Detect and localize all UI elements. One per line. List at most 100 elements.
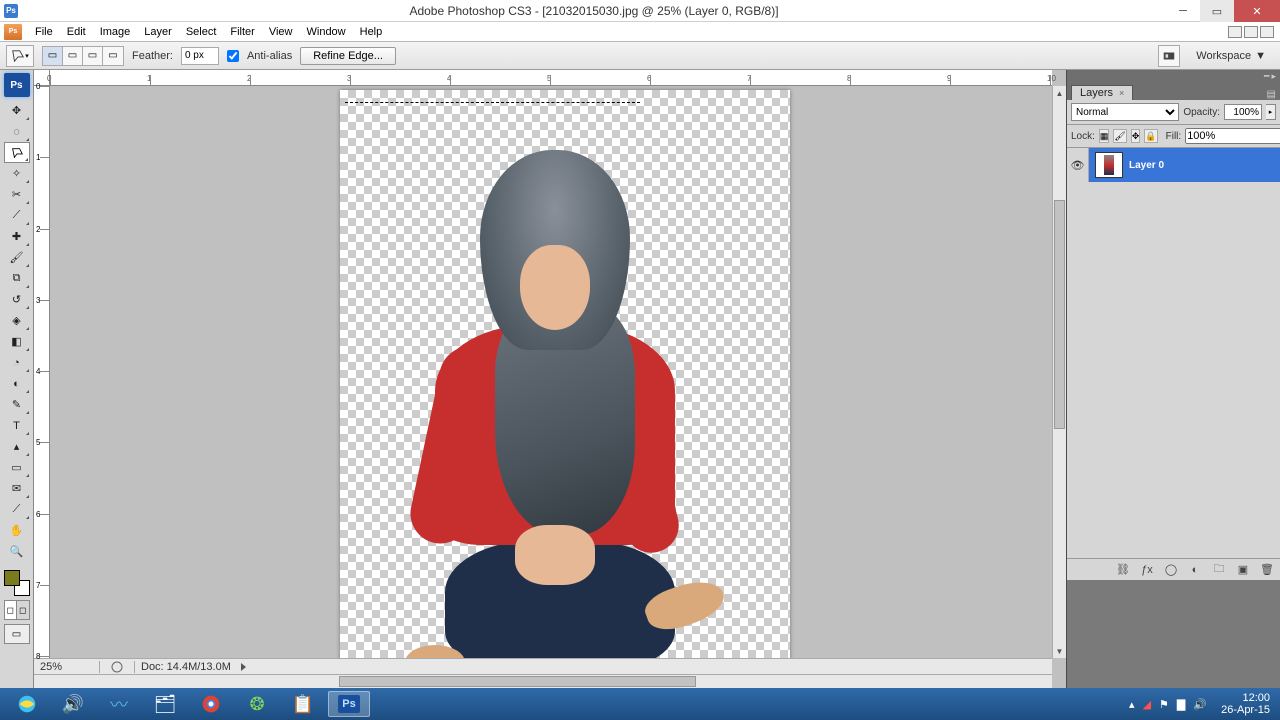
system-tray[interactable]: ▴ ◢ ⚑ ▇ 🔊 12:00 26-Apr-15	[1129, 692, 1274, 716]
menu-select[interactable]: Select	[179, 22, 224, 42]
tray-volume-icon[interactable]: 🔊	[1193, 698, 1207, 711]
blend-mode-select[interactable]: Normal	[1071, 103, 1179, 121]
menu-file[interactable]: File	[28, 22, 60, 42]
layer-visibility-icon[interactable]: 👁	[1067, 148, 1089, 182]
brush-tool[interactable]: 🖌	[4, 247, 30, 268]
menu-filter[interactable]: Filter	[223, 22, 261, 42]
zoom-tool[interactable]: 🔍	[4, 541, 30, 562]
group-icon[interactable]: 🗀	[1210, 562, 1228, 578]
selection-mode-buttons[interactable]: ▭ ▭ ▭ ▭	[42, 46, 124, 66]
selection-new-icon[interactable]: ▭	[43, 47, 63, 65]
notes-tool[interactable]: ✉	[4, 478, 30, 499]
close-icon[interactable]: ×	[1119, 88, 1124, 98]
selection-subtract-icon[interactable]: ▭	[83, 47, 103, 65]
go-to-bridge-icon[interactable]	[1158, 45, 1180, 67]
eraser-tool[interactable]: ◈	[4, 310, 30, 331]
menu-window[interactable]: Window	[300, 22, 353, 42]
crop-tool[interactable]: ✂	[4, 184, 30, 205]
lock-pixels-icon[interactable]: 🖌	[1113, 129, 1126, 143]
color-swatches[interactable]	[4, 570, 30, 596]
lock-transparency-icon[interactable]: ▦	[1099, 129, 1110, 143]
feather-input[interactable]	[181, 47, 219, 65]
workspace-dropdown[interactable]: Workspace▼	[1188, 48, 1274, 64]
taskbar-app2-icon[interactable]: ❂	[236, 691, 278, 717]
magic-wand-tool[interactable]: ✧	[4, 163, 30, 184]
panel-menu-icon[interactable]: ▤	[1267, 89, 1276, 100]
taskbar-notes-icon[interactable]: 📋	[282, 691, 324, 717]
slice-tool[interactable]: ⟋	[4, 205, 30, 226]
marquee-tool[interactable]: ◌	[4, 121, 30, 142]
delete-layer-icon[interactable]: 🗑	[1258, 562, 1276, 578]
taskbar-internet-explorer-icon[interactable]	[6, 691, 48, 717]
opacity-input[interactable]	[1224, 104, 1262, 120]
layer-mask-icon[interactable]: ◯	[1162, 562, 1180, 578]
menu-image[interactable]: Image	[93, 22, 138, 42]
tray-network-icon[interactable]: ▇	[1177, 698, 1185, 711]
taskbar-file-explorer-icon[interactable]: 🗂	[144, 691, 186, 717]
new-layer-icon[interactable]: ▣	[1234, 562, 1252, 578]
scroll-up-icon[interactable]: ▲	[1053, 86, 1066, 100]
adjustment-layer-icon[interactable]: ◐	[1186, 562, 1204, 578]
scrollbar-horizontal[interactable]	[34, 674, 1052, 688]
gradient-tool[interactable]: ◧	[4, 331, 30, 352]
quick-mask-toggle[interactable]: ◻◻	[4, 600, 30, 620]
layer-thumbnail[interactable]	[1095, 152, 1123, 178]
dodge-tool[interactable]: ◐	[4, 373, 30, 394]
tray-chevron-icon[interactable]: ▴	[1129, 698, 1135, 711]
clone-stamp-tool[interactable]: ⧉	[4, 268, 30, 289]
layer-name[interactable]: Layer 0	[1129, 160, 1164, 171]
pen-tool[interactable]: ✎	[4, 394, 30, 415]
layer-row[interactable]: 👁 Layer 0	[1067, 148, 1280, 182]
scrollbar-thumb-vertical[interactable]	[1054, 200, 1065, 429]
move-tool[interactable]: ✥	[4, 100, 30, 121]
selection-add-icon[interactable]: ▭	[63, 47, 83, 65]
shape-tool[interactable]: ▭	[4, 457, 30, 478]
taskbar-chrome-icon[interactable]	[190, 691, 232, 717]
dock-header[interactable]: ━▸	[1067, 70, 1280, 82]
tray-shield-icon[interactable]: ◢	[1143, 698, 1151, 711]
zoom-level[interactable]: 25%	[40, 661, 100, 673]
taskbar-app1-icon[interactable]: 〰	[98, 691, 140, 717]
selection-intersect-icon[interactable]: ▭	[103, 47, 123, 65]
taskbar-photoshop-icon[interactable]: Ps	[328, 691, 370, 717]
taskbar-media-icon[interactable]: 🔊	[52, 691, 94, 717]
ruler-horizontal[interactable]: 012345678910	[50, 70, 1052, 86]
lock-position-icon[interactable]: ✥	[1131, 129, 1141, 143]
layer-style-icon[interactable]: ƒx	[1138, 562, 1156, 578]
scroll-down-icon[interactable]: ▼	[1053, 644, 1066, 658]
menu-layer[interactable]: Layer	[137, 22, 179, 42]
hand-tool[interactable]: ✋	[4, 520, 30, 541]
document-arrange-buttons[interactable]	[1228, 26, 1274, 38]
type-tool[interactable]: T	[4, 415, 30, 436]
healing-brush-tool[interactable]: ✚	[4, 226, 30, 247]
menu-view[interactable]: View	[262, 22, 300, 42]
canvas-viewport[interactable]	[50, 86, 1052, 658]
document-size[interactable]: Doc: 14.4M/13.0M	[134, 661, 231, 673]
lasso-tool[interactable]	[4, 142, 30, 163]
ruler-vertical[interactable]: 012345678	[34, 86, 50, 658]
blur-tool[interactable]: ◔	[4, 352, 30, 373]
history-brush-tool[interactable]: ↺	[4, 289, 30, 310]
document-canvas[interactable]	[340, 90, 790, 658]
opacity-arrow-icon[interactable]: ▸	[1266, 104, 1276, 120]
antialias-checkbox[interactable]	[227, 50, 239, 62]
current-tool-icon[interactable]: ▾	[6, 45, 34, 67]
window-maximize-button[interactable]: ▭	[1200, 0, 1234, 22]
scrollbar-vertical[interactable]: ▲ ▼	[1052, 86, 1066, 658]
foreground-color-swatch[interactable]	[4, 570, 20, 586]
window-minimize-button[interactable]: ─	[1166, 0, 1200, 22]
screen-mode-button[interactable]: ▭	[4, 624, 30, 644]
eyedropper-tool[interactable]: ⟋	[4, 499, 30, 520]
menu-help[interactable]: Help	[353, 22, 390, 42]
refine-edge-button[interactable]: Refine Edge...	[300, 47, 396, 65]
menu-edit[interactable]: Edit	[60, 22, 93, 42]
layer-list[interactable]: 👁 Layer 0	[1067, 148, 1280, 558]
scrollbar-thumb-horizontal[interactable]	[339, 676, 695, 687]
link-layers-icon[interactable]: ⛓	[1114, 562, 1132, 578]
status-icon[interactable]	[110, 661, 124, 673]
taskbar-clock[interactable]: 12:00 26-Apr-15	[1221, 692, 1270, 716]
window-close-button[interactable]: ✕	[1234, 0, 1280, 22]
fill-input[interactable]	[1185, 128, 1280, 144]
path-selection-tool[interactable]: ▴	[4, 436, 30, 457]
status-menu-icon[interactable]	[241, 663, 246, 671]
